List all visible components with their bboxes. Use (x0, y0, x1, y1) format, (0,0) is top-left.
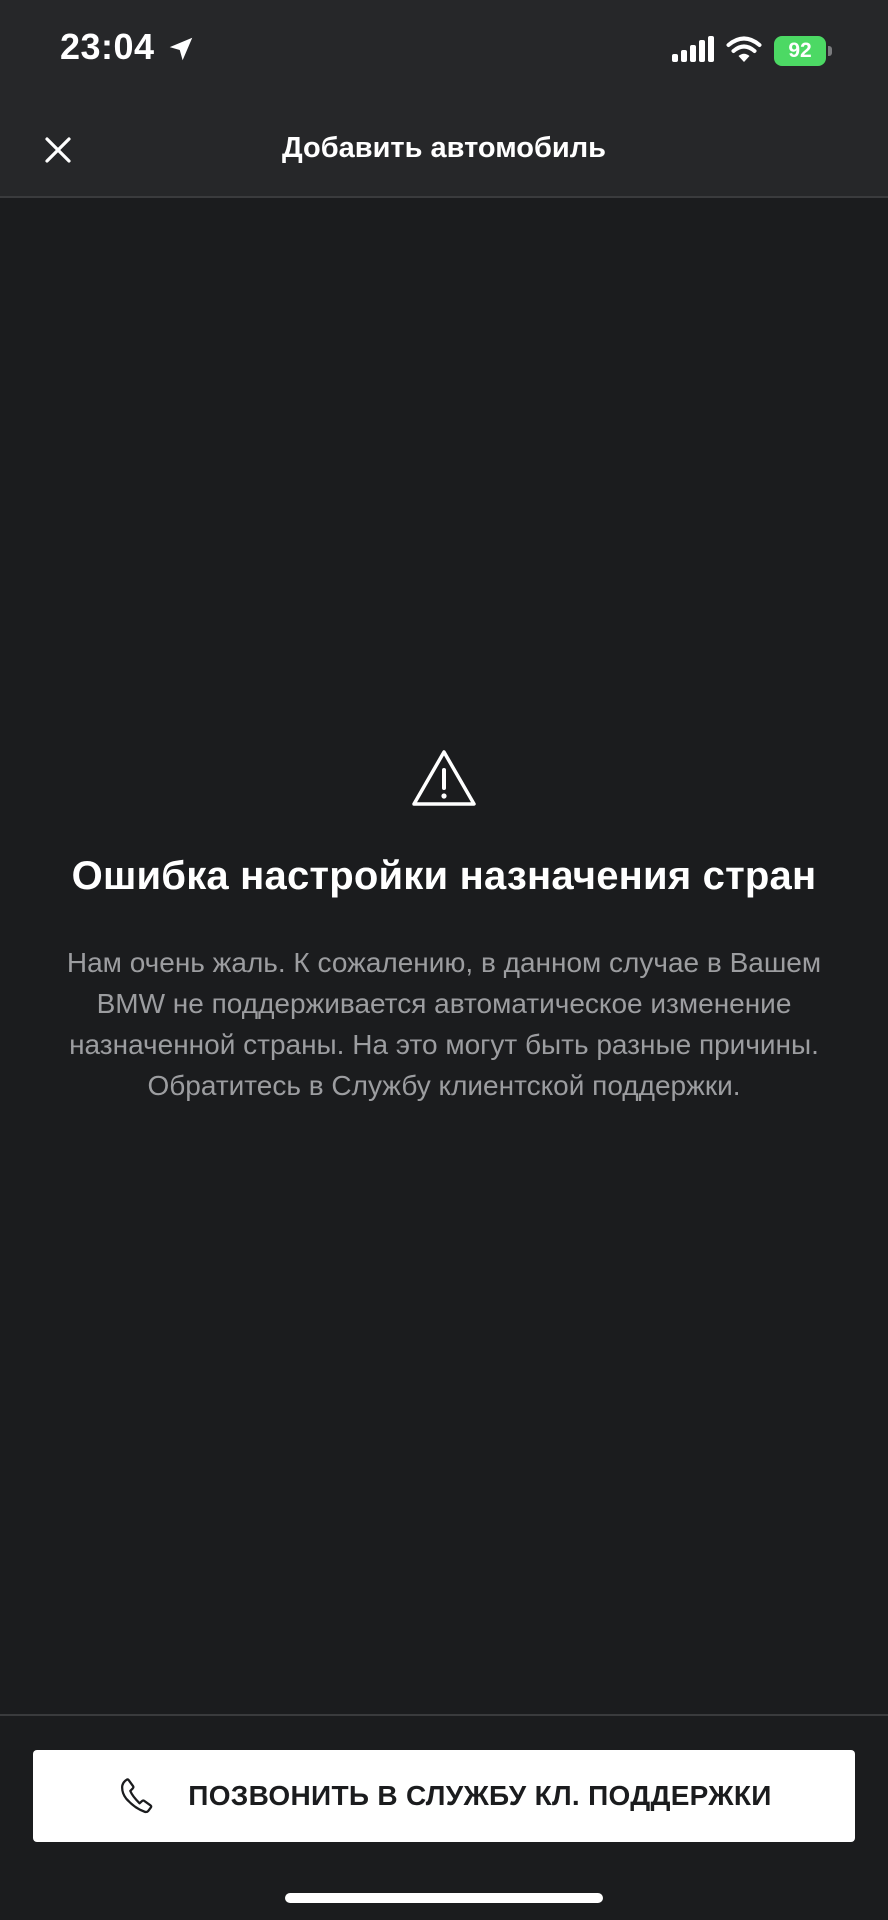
battery-level: 92 (774, 36, 826, 66)
phone-icon (116, 1774, 160, 1818)
top-bar: 23:04 92 Добавить автомобиль (0, 0, 888, 198)
battery-cap (828, 46, 832, 56)
status-time: 23:04 (60, 26, 155, 67)
cellular-signal-icon (672, 36, 714, 62)
bottom-divider (0, 1714, 888, 1716)
error-title: Ошибка настройки назначения стран (71, 854, 817, 898)
screen: 23:04 92 Добавить автомобиль Ошибка наст… (0, 0, 888, 1920)
location-arrow-icon (169, 37, 193, 61)
call-support-button[interactable]: ПОЗВОНИТЬ В СЛУЖБУ КЛ. ПОДДЕРЖКИ (33, 1750, 855, 1842)
warning-icon (412, 750, 476, 806)
page-title: Добавить автомобиль (281, 132, 606, 164)
call-support-label: ПОЗВОНИТЬ В СЛУЖБУ КЛ. ПОДДЕРЖКИ (188, 1780, 772, 1811)
wifi-icon (726, 36, 762, 62)
error-message: Нам очень жаль. К сожалению, в данном сл… (66, 947, 822, 1101)
home-indicator[interactable] (285, 1893, 603, 1903)
battery-charging-icon: 92 (774, 36, 832, 66)
